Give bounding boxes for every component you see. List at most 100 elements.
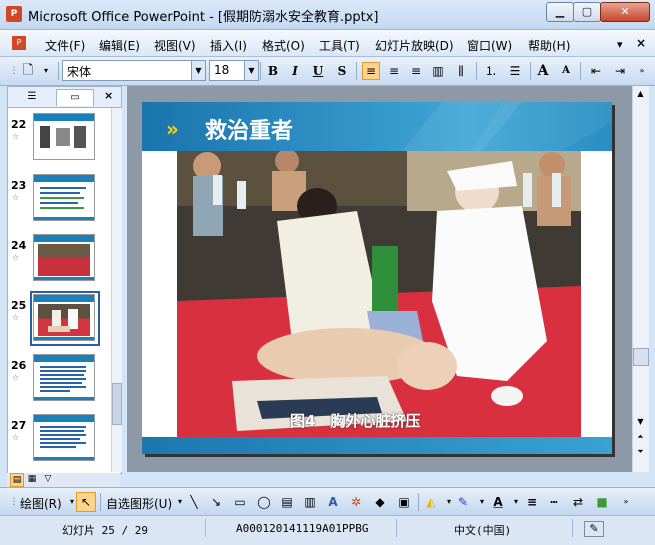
chevron-down-icon[interactable]: ▾ — [474, 494, 490, 510]
text-box-icon[interactable]: ▤ — [279, 494, 295, 510]
toolbar-separator — [260, 62, 261, 80]
bold-button[interactable]: B — [265, 63, 281, 79]
chevron-down-icon[interactable]: ▾ — [508, 494, 524, 510]
slide-thumbnail-25[interactable] — [33, 294, 95, 341]
document-menu-icon[interactable]: P — [12, 36, 26, 50]
align-center-icon[interactable]: ≡ — [386, 63, 402, 79]
cpr-photo[interactable] — [177, 151, 581, 437]
slides-tab-icon[interactable]: ▭ — [56, 89, 94, 106]
maximize-button[interactable]: ▢ — [573, 2, 601, 22]
slide-thumbnail-23[interactable] — [33, 174, 95, 221]
slide-thumbnail-24[interactable] — [33, 234, 95, 281]
chevron-down-icon[interactable]: ▼ — [191, 61, 205, 80]
next-slide-icon[interactable]: ⏷ — [633, 445, 648, 458]
status-bar: 幻灯片 25 / 29 A000120141119A01PPBG 中文(中国) … — [0, 515, 655, 545]
help-dropdown-icon[interactable]: ▾ — [617, 38, 623, 51]
spelling-status-icon[interactable]: ✎ — [584, 521, 604, 537]
outline-tab-icon[interactable]: ☰ — [14, 89, 50, 105]
wordart-icon[interactable]: A — [325, 494, 341, 510]
distribute-columns-icon[interactable]: ▥ — [430, 63, 446, 79]
font-name-combo[interactable]: 宋体 ▼ — [62, 60, 206, 81]
font-size-combo[interactable]: 18 ▼ — [209, 60, 259, 81]
line-color-icon[interactable]: ✎ — [455, 494, 471, 510]
menu-slideshow[interactable]: 幻灯片放映(D) — [375, 37, 454, 54]
toolbar-overflow-icon[interactable]: » — [618, 494, 634, 510]
shrink-font-button[interactable]: A — [558, 63, 574, 79]
scroll-up-icon[interactable]: ▲ — [633, 86, 648, 101]
dash-style-icon[interactable]: ┅ — [546, 494, 562, 510]
minimize-button[interactable]: ▁ — [546, 2, 574, 22]
shadow-style-icon[interactable]: ■ — [594, 494, 610, 510]
chevron-down-icon[interactable]: ▼ — [244, 61, 258, 80]
menu-help[interactable]: 帮助(H) — [528, 37, 570, 54]
slide-number: 22 — [11, 118, 27, 131]
insert-picture-icon[interactable]: ▣ — [396, 494, 412, 510]
slides-panel: ☰ ▭ × 22 ☆ 23 ☆ 24 ☆ 25 ☆ 26 ☆ 27 ☆ — [7, 86, 122, 474]
menu-file[interactable]: 文件(F) — [45, 37, 85, 54]
panel-tabs: ☰ ▭ × — [8, 87, 121, 108]
bullets-icon[interactable]: ☰ — [507, 63, 523, 79]
draw-menu-button[interactable]: 绘图(R) — [20, 495, 62, 512]
toolbar-options-icon[interactable]: ▾ — [38, 63, 54, 79]
toolbar-separator — [356, 62, 357, 80]
animation-star-icon: ☆ — [12, 373, 20, 382]
menu-window[interactable]: 窗口(W) — [467, 37, 512, 54]
italic-button[interactable]: I — [287, 63, 303, 79]
menu-format[interactable]: 格式(O) — [262, 37, 305, 54]
panel-scrollbar-thumb[interactable] — [112, 383, 122, 425]
font-color-icon[interactable]: A — [490, 494, 506, 510]
animation-star-icon: ☆ — [12, 193, 20, 202]
numbering-icon[interactable]: ⒈ — [483, 63, 499, 79]
slide-thumbnail-26[interactable] — [33, 354, 95, 401]
align-right-icon[interactable]: ≡ — [408, 63, 424, 79]
rectangle-tool-icon[interactable]: ▭ — [232, 494, 248, 510]
toolbar-separator — [476, 62, 477, 80]
slide-title[interactable]: 救治重者 — [205, 113, 293, 145]
slideshow-view-icon[interactable]: ▽ — [42, 473, 54, 485]
line-style-icon[interactable]: ≡ — [524, 494, 540, 510]
toolbar-overflow-icon[interactable]: » — [634, 63, 650, 79]
oval-tool-icon[interactable]: ◯ — [256, 494, 272, 510]
vertical-text-box-icon[interactable]: ▥ — [302, 494, 318, 510]
fill-color-icon[interactable]: ◭ — [423, 494, 439, 510]
menu-insert[interactable]: 插入(I) — [210, 37, 247, 54]
scroll-down-icon[interactable]: ▼ — [633, 415, 648, 428]
powerpoint-app-icon[interactable]: P — [6, 6, 22, 22]
menu-tools[interactable]: 工具(T) — [319, 37, 360, 54]
arrow-style-icon[interactable]: ⇄ — [570, 494, 586, 510]
status-separator — [572, 519, 573, 537]
increase-indent-icon[interactable]: ⇥ — [612, 63, 628, 79]
decrease-indent-icon[interactable]: ⇤ — [588, 63, 604, 79]
status-separator — [205, 519, 206, 537]
slide-thumbnail-27[interactable] — [33, 414, 95, 461]
menu-edit[interactable]: 编辑(E) — [99, 37, 140, 54]
photo-caption[interactable]: 图4 胸外心脏挤压 — [290, 410, 420, 431]
select-objects-icon[interactable]: ↖ — [76, 492, 96, 512]
new-document-icon[interactable]: 🗋 — [20, 63, 36, 79]
language-status: 中文(中国) — [454, 524, 512, 537]
grow-font-button[interactable]: A — [535, 63, 551, 79]
animation-star-icon: ☆ — [12, 253, 20, 262]
slide-sorter-view-icon[interactable]: ▦ — [26, 473, 38, 485]
arrow-tool-icon[interactable]: ↘ — [208, 494, 224, 510]
normal-view-icon[interactable]: ▤ — [10, 473, 24, 487]
previous-slide-icon[interactable]: ⏶ — [633, 430, 648, 443]
autoshapes-menu-button[interactable]: 自选图形(U) — [106, 495, 172, 512]
close-panel-button[interactable]: × — [104, 89, 113, 102]
title-bar: P Microsoft Office PowerPoint - [假期防溺水安全… — [0, 0, 655, 30]
scrollbar-thumb[interactable] — [633, 348, 649, 366]
menu-view[interactable]: 视图(V) — [154, 37, 196, 54]
text-direction-icon[interactable]: ⫼ — [453, 63, 469, 79]
close-window-button[interactable]: ✕ — [600, 2, 650, 22]
align-left-icon[interactable]: ≡ — [362, 62, 380, 80]
diagram-icon[interactable]: ✲ — [348, 494, 364, 510]
slide-thumbnail-22[interactable] — [33, 113, 95, 160]
toolbar-separator — [100, 493, 101, 511]
text-shadow-button[interactable]: S — [334, 63, 350, 79]
menu-bar: P 文件(F) 编辑(E) 视图(V) 插入(I) 格式(O) 工具(T) 幻灯… — [0, 30, 655, 57]
underline-button[interactable]: U — [310, 63, 326, 79]
clip-art-icon[interactable]: ◆ — [372, 494, 388, 510]
close-document-button[interactable]: × — [636, 36, 646, 50]
line-tool-icon[interactable]: ╲ — [186, 494, 202, 510]
toolbar-separator — [58, 62, 59, 80]
